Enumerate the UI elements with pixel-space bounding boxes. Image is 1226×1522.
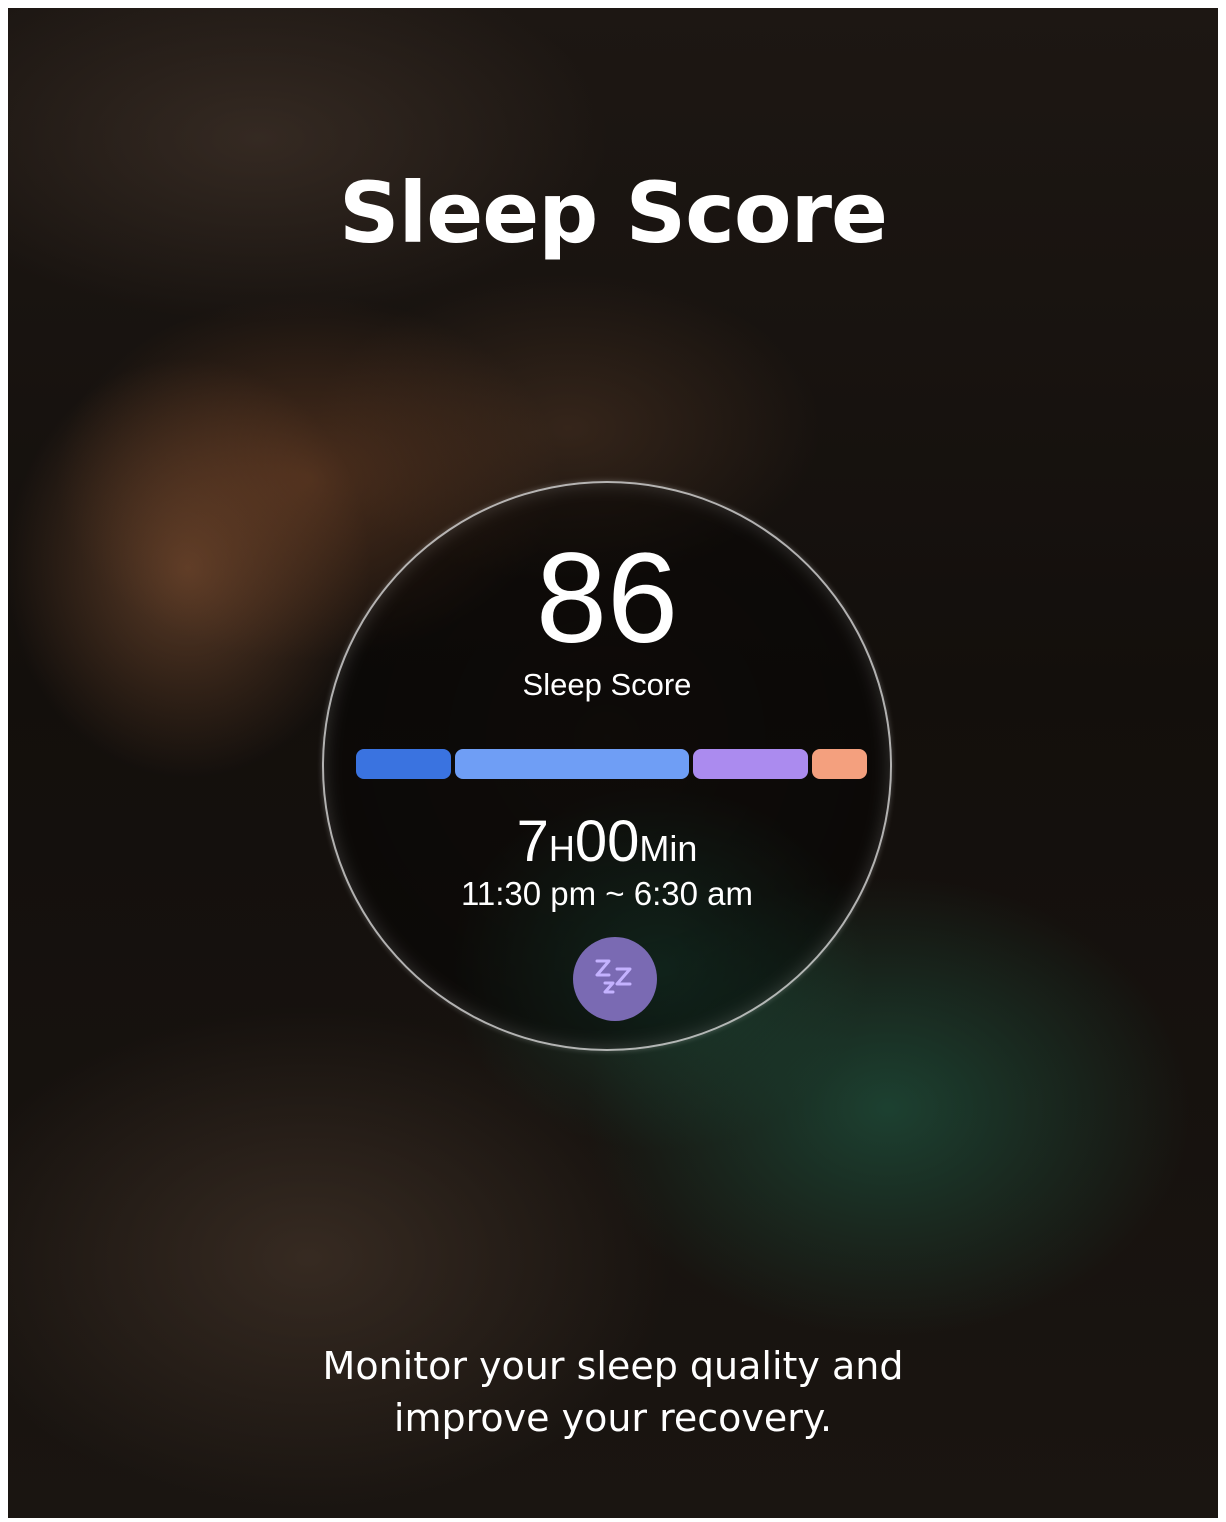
sleep-score-card: 86 Sleep Score 7H00Min 11:30 pm ~ 6:30 a…: [322, 481, 892, 1051]
sleep-score-value: 86: [535, 527, 679, 670]
sleep-stage-segment: [693, 749, 808, 779]
sleep-stage-bar: [356, 749, 867, 779]
tagline-line-1: Monitor your sleep quality and: [322, 1344, 904, 1388]
duration-hours: 7: [516, 809, 549, 874]
hero-background: Sleep Score 86 Sleep Score 7H00Min 11:30…: [8, 8, 1218, 1518]
sleep-stage-segment: [812, 749, 867, 779]
zzz-icon: [595, 959, 632, 994]
tagline-line-2: improve your recovery.: [393, 1396, 833, 1440]
sleep-stage-segment: [356, 749, 451, 779]
duration-minutes-unit: Min: [639, 828, 698, 869]
page-title: Sleep Score: [338, 164, 888, 262]
sleep-mode-button[interactable]: [573, 937, 657, 1021]
sleep-score-label: Sleep Score: [522, 667, 692, 702]
tagline: Monitor your sleep quality and improve y…: [8, 1340, 1218, 1444]
sleep-time-range: 11:30 pm ~ 6:30 am: [461, 875, 753, 912]
duration-hours-unit: H: [548, 828, 575, 869]
duration-minutes: 00: [574, 809, 640, 874]
sleep-stage-segment: [455, 749, 689, 779]
